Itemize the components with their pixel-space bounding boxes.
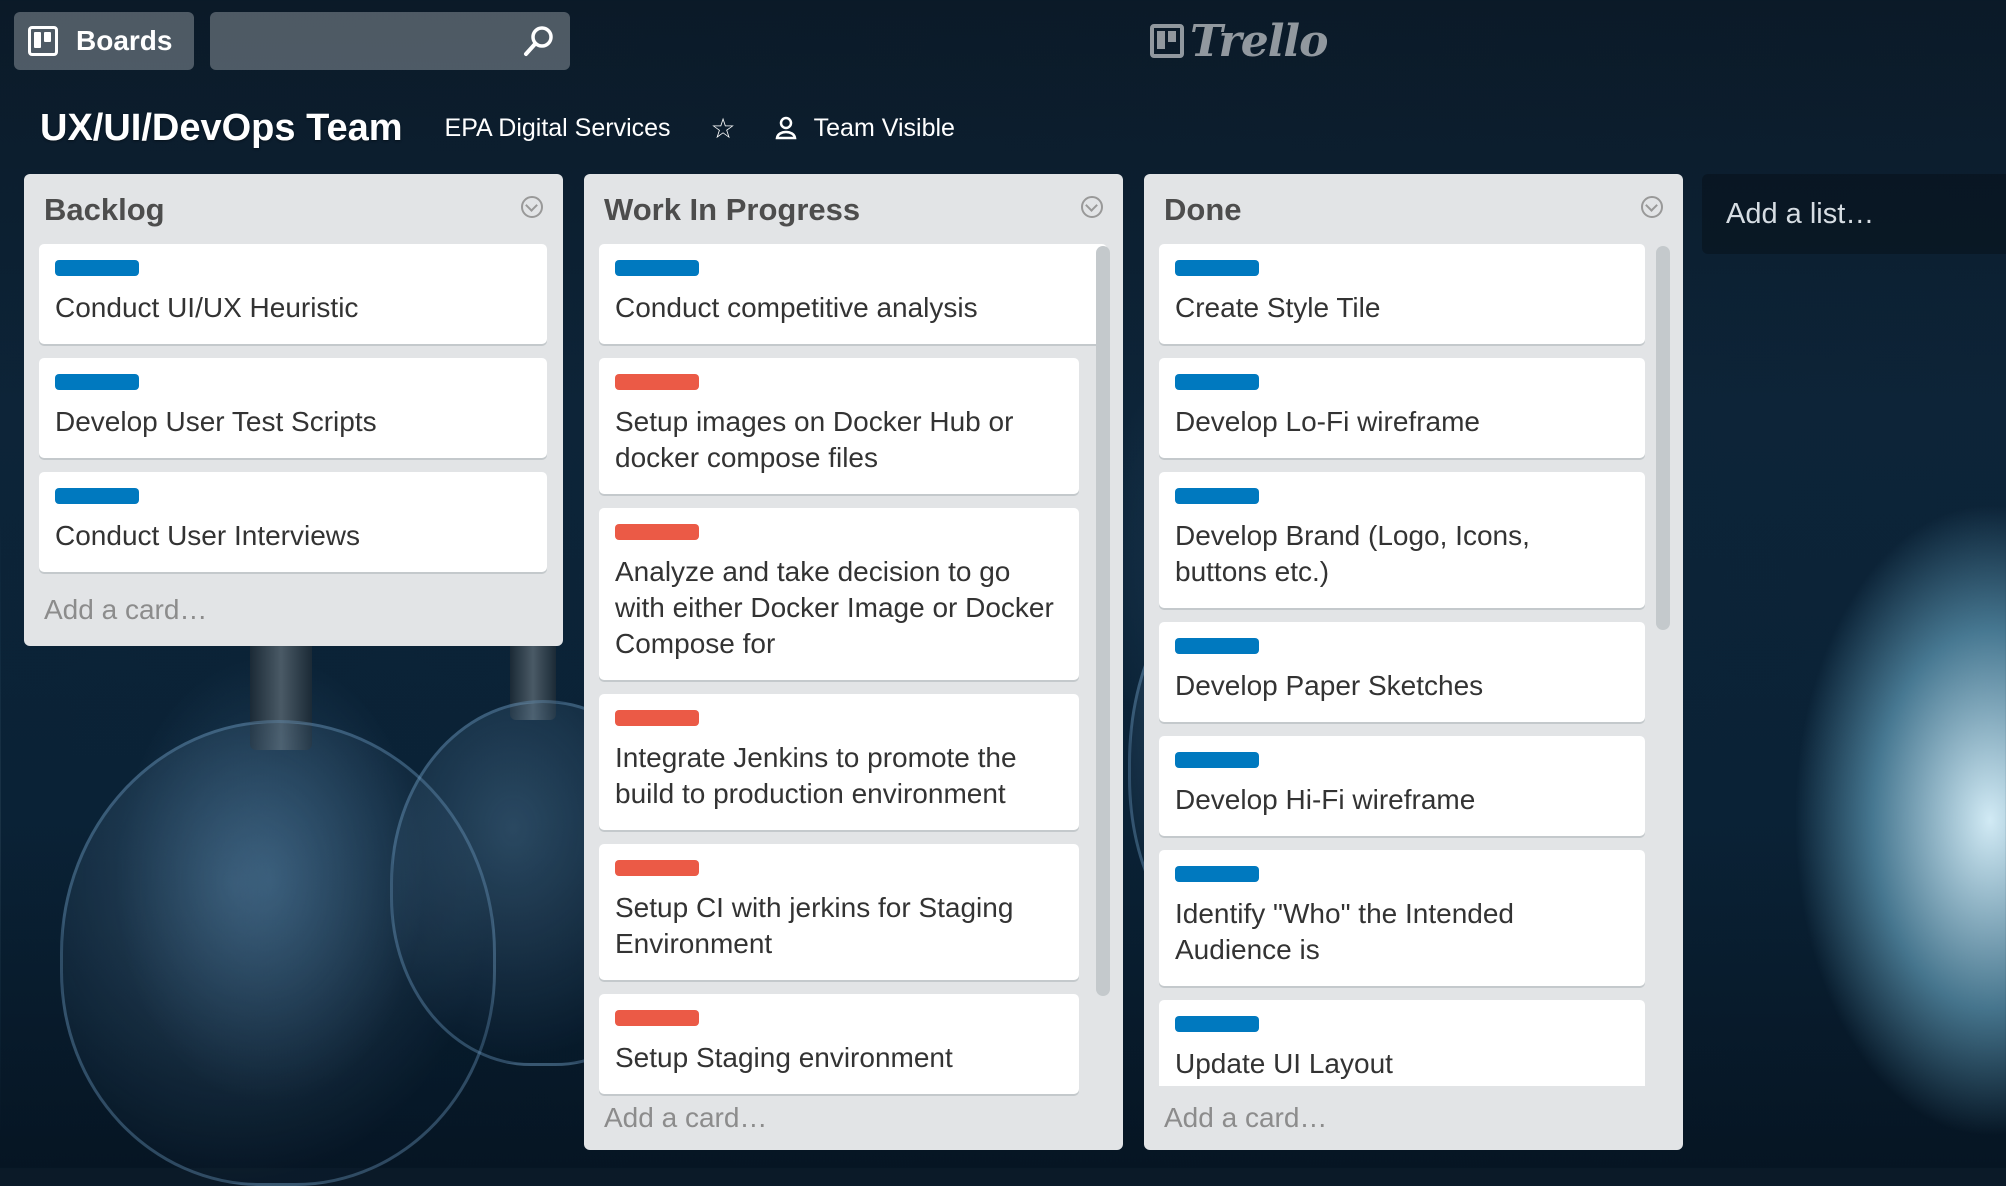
card[interactable]: Setup Staging environment	[599, 994, 1079, 1094]
card[interactable]: Conduct competitive analysis	[599, 244, 1107, 344]
card-list: Conduct UI/UX Heuristic Develop User Tes…	[39, 244, 547, 586]
add-card-button[interactable]: Add a card…	[604, 1102, 767, 1134]
card-title: Develop Hi-Fi wireframe	[1175, 784, 1476, 815]
card-title: Conduct UI/UX Heuristic	[55, 292, 359, 323]
card[interactable]: Setup images on Docker Hub or docker com…	[599, 358, 1079, 494]
card-label-blue[interactable]	[55, 374, 139, 390]
card-label-blue[interactable]	[1175, 866, 1259, 882]
card-list: Conduct competitive analysis Setup image…	[599, 244, 1107, 1108]
card-title: Develop Brand (Logo, Icons, buttons etc.…	[1175, 520, 1530, 587]
add-list-label: Add a list…	[1726, 198, 1875, 230]
card-list: Create Style Tile Develop Lo-Fi wirefram…	[1159, 244, 1645, 1086]
card[interactable]: Develop Lo-Fi wireframe	[1159, 358, 1645, 458]
list-title[interactable]: Done	[1164, 192, 1242, 228]
card-label-blue[interactable]	[1175, 638, 1259, 654]
card[interactable]: Create Style Tile	[1159, 244, 1645, 344]
card[interactable]: Develop User Test Scripts	[39, 358, 547, 458]
boards-label: Boards	[76, 25, 173, 56]
search-icon[interactable]	[522, 24, 556, 58]
card-title: Setup Staging environment	[615, 1042, 953, 1073]
card[interactable]: Conduct User Interviews	[39, 472, 547, 572]
card-title: Develop Lo-Fi wireframe	[1175, 406, 1480, 437]
card-label-blue[interactable]	[615, 260, 699, 276]
add-card-button[interactable]: Add a card…	[1164, 1102, 1327, 1134]
boards-button[interactable]: Boards	[14, 12, 194, 70]
card-title: Setup images on Docker Hub or docker com…	[615, 406, 1014, 473]
card[interactable]: Update UI Layout	[1159, 1000, 1645, 1086]
card-title: Identify "Who" the Intended Audience is	[1175, 898, 1514, 965]
card[interactable]: Identify "Who" the Intended Audience is	[1159, 850, 1645, 986]
card-label-red[interactable]	[615, 374, 699, 390]
card-label-blue[interactable]	[55, 488, 139, 504]
card[interactable]: Setup CI with jerkins for Staging Enviro…	[599, 844, 1079, 980]
add-card-button[interactable]: Add a card…	[44, 594, 207, 626]
board-title[interactable]: UX/UI/DevOps Team	[40, 107, 403, 150]
board-header: UX/UI/DevOps Team EPA Digital Services ☆…	[0, 90, 1200, 166]
card-title: Setup CI with jerkins for Staging Enviro…	[615, 892, 1014, 959]
boards-icon	[28, 26, 58, 56]
list-menu-icon[interactable]	[521, 196, 543, 218]
card-title: Create Style Tile	[1175, 292, 1381, 323]
card[interactable]: Analyze and take decision to go with eit…	[599, 508, 1079, 680]
list-title[interactable]: Backlog	[44, 192, 165, 228]
list-header: Done	[1144, 174, 1683, 244]
card-title: Update UI Layout	[1175, 1048, 1393, 1079]
trello-logo[interactable]: Trello	[1150, 15, 1328, 67]
top-bar: Boards Trello	[0, 0, 2006, 78]
card-title: Conduct competitive analysis	[615, 292, 978, 323]
list-menu-icon[interactable]	[1641, 196, 1663, 218]
card[interactable]: Develop Hi-Fi wireframe	[1159, 736, 1645, 836]
list-work-in-progress: Work In Progress Conduct competitive ana…	[584, 174, 1123, 1150]
card-label-blue[interactable]	[1175, 752, 1259, 768]
card[interactable]: Conduct UI/UX Heuristic	[39, 244, 547, 344]
list-scrollbar[interactable]	[1656, 246, 1670, 630]
list-scrollbar[interactable]	[1096, 246, 1110, 996]
card-label-blue[interactable]	[1175, 374, 1259, 390]
card-label-red[interactable]	[615, 1010, 699, 1026]
card-label-blue[interactable]	[1175, 1016, 1259, 1032]
team-visibility-icon[interactable]	[774, 115, 800, 141]
card-title: Integrate Jenkins to promote the build t…	[615, 742, 1017, 809]
list-header: Work In Progress	[584, 174, 1123, 244]
trello-logo-text: Trello	[1190, 15, 1328, 67]
add-list-button[interactable]: Add a list…	[1702, 174, 2006, 254]
visibility-button[interactable]: Team Visible	[814, 114, 955, 143]
card-title: Develop User Test Scripts	[55, 406, 377, 437]
card-title: Conduct User Interviews	[55, 520, 361, 551]
list-header: Backlog	[24, 174, 563, 244]
card[interactable]: Integrate Jenkins to promote the build t…	[599, 694, 1079, 830]
card-label-red[interactable]	[615, 710, 699, 726]
list-title[interactable]: Work In Progress	[604, 192, 860, 228]
card-title: Develop Paper Sketches	[1175, 670, 1484, 701]
list-done: Done Create Style Tile Develop Lo-Fi wir…	[1144, 174, 1683, 1150]
card[interactable]: Develop Brand (Logo, Icons, buttons etc.…	[1159, 472, 1645, 608]
trello-logo-icon	[1150, 24, 1184, 58]
search-input[interactable]	[210, 12, 570, 70]
card-label-red[interactable]	[615, 860, 699, 876]
list-menu-icon[interactable]	[1081, 196, 1103, 218]
card-title: Analyze and take decision to go with eit…	[615, 556, 1054, 659]
card-label-blue[interactable]	[55, 260, 139, 276]
list-backlog: Backlog Conduct UI/UX Heuristic Develop …	[24, 174, 563, 646]
star-icon[interactable]: ☆	[711, 112, 736, 145]
card-label-blue[interactable]	[1175, 488, 1259, 504]
card-label-red[interactable]	[615, 524, 699, 540]
card-label-blue[interactable]	[1175, 260, 1259, 276]
card[interactable]: Develop Paper Sketches	[1159, 622, 1645, 722]
organization-link[interactable]: EPA Digital Services	[445, 114, 671, 143]
